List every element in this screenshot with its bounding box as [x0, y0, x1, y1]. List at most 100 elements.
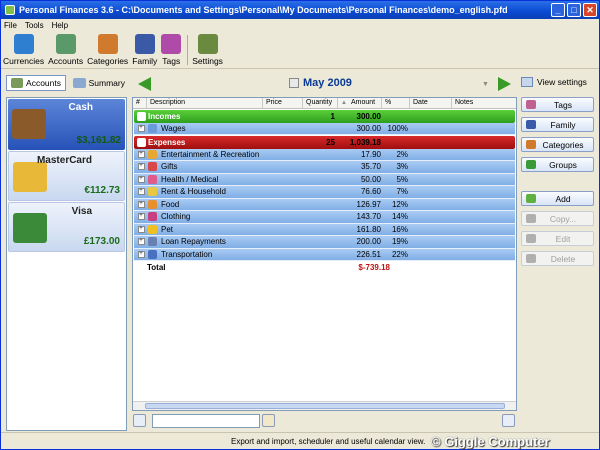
button-gap [521, 177, 594, 191]
expense-category-row[interactable]: + Health / Medical 50.00 5% [134, 173, 515, 186]
scrollbar-thumb[interactable] [145, 403, 505, 409]
view-settings-button[interactable]: View settings [521, 77, 587, 87]
expand-icon[interactable]: + [137, 238, 145, 246]
close-button[interactable]: ✕ [583, 3, 597, 17]
expand-icon[interactable]: + [137, 225, 145, 233]
col-header-amount[interactable]: ▲ Amount [338, 98, 382, 108]
toolbar-label: Settings [192, 56, 223, 66]
family-toolbar-button[interactable]: Family [132, 34, 157, 68]
col-header-notes[interactable]: Notes [452, 98, 516, 108]
copy-icon [526, 214, 536, 223]
grid-body: Incomes 1 300.00 + Wages 300.00 100% Exp… [133, 110, 516, 274]
delete-button[interactable]: Delete [521, 251, 594, 266]
tags-toolbar-button[interactable]: Tags [161, 34, 182, 68]
account-name: MasterCard [36, 155, 92, 166]
menu-tools[interactable]: Tools [25, 21, 44, 30]
row-description: Food [161, 199, 180, 209]
expand-all-icon[interactable] [133, 414, 146, 427]
view-bar: Accounts Summary May 2009 ▼ View setting… [1, 73, 599, 95]
category-icon [148, 224, 157, 234]
watermark: © Giggle Computer [431, 434, 550, 449]
edit-button[interactable]: Edit [521, 231, 594, 246]
categories-button[interactable]: Categories [521, 137, 594, 152]
search-input[interactable] [152, 414, 260, 428]
toolbar-label: Categories [87, 56, 129, 66]
account-card-cash[interactable]: Cash $3,161.82 [8, 99, 125, 150]
summary-tab-icon [73, 78, 86, 88]
col-header-price[interactable]: Price [263, 98, 303, 108]
expand-icon[interactable]: + [137, 175, 145, 183]
settings-toolbar-button[interactable]: Settings [192, 34, 223, 68]
incomes-group-row[interactable]: Incomes 1 300.00 [134, 110, 515, 123]
expand-icon[interactable]: + [137, 200, 145, 208]
expense-category-row[interactable]: + Entertainment & Recreation 17.90 2% [134, 148, 515, 161]
minimize-button[interactable]: _ [551, 3, 565, 17]
tags-icon [161, 34, 182, 54]
expand-icon[interactable]: + [137, 188, 145, 196]
expand-icon[interactable]: + [137, 150, 145, 158]
expand-icon[interactable]: + [137, 250, 145, 258]
next-month-arrow-icon[interactable] [498, 77, 511, 91]
col-header-description[interactable]: Description [147, 98, 263, 108]
row-description: Clothing [161, 212, 191, 222]
total-row[interactable]: Total $-739.18 [133, 261, 516, 274]
groups-button[interactable]: Groups [521, 157, 594, 172]
income-category-row[interactable]: + Wages 300.00 100% [134, 122, 515, 135]
search-icon[interactable] [262, 414, 275, 427]
expense-category-row[interactable]: + Pet 161.80 16% [134, 223, 515, 236]
view-settings-label: View settings [537, 77, 587, 87]
wages-icon [148, 123, 157, 133]
row-amount: 300.00 [356, 111, 381, 121]
expense-category-row[interactable]: + Transportation 226.51 22% [134, 248, 515, 261]
month-selector[interactable]: May 2009 [289, 77, 352, 89]
total-label: Total [147, 262, 166, 272]
expand-icon[interactable]: + [137, 124, 145, 132]
row-description: Health / Medical [161, 174, 219, 184]
row-description: Expenses [148, 137, 186, 147]
copy-button[interactable]: Copy... [521, 211, 594, 226]
row-description: Incomes [148, 111, 181, 121]
tab-summary[interactable]: Summary [69, 75, 129, 91]
expense-category-row[interactable]: + Food 126.97 12% [134, 198, 515, 211]
expenses-group-row[interactable]: Expenses 25 1,039.18 [134, 136, 515, 149]
previous-month-arrow-icon[interactable] [138, 77, 151, 91]
row-percent: 7% [396, 187, 408, 197]
title-bar[interactable]: Personal Finances 3.6 - C:\Documents and… [1, 1, 599, 19]
month-dropdown-chevron-icon[interactable]: ▼ [482, 81, 489, 88]
menu-file[interactable]: File [4, 21, 17, 30]
expand-icon[interactable]: + [137, 213, 145, 221]
account-balance: $3,161.82 [76, 135, 122, 146]
col-header-percent[interactable]: % [382, 98, 410, 108]
expand-icon[interactable]: + [137, 163, 145, 171]
col-header-quantity[interactable]: Quantity [303, 98, 338, 108]
family-button[interactable]: Family [521, 117, 594, 132]
expense-category-row[interactable]: + Loan Repayments 200.00 19% [134, 236, 515, 249]
account-card-mastercard[interactable]: MasterCard €112.73 [8, 151, 125, 201]
tags-button[interactable]: Tags [521, 97, 594, 112]
expense-category-row[interactable]: + Clothing 143.70 14% [134, 211, 515, 224]
currencies-toolbar-button[interactable]: Currencies [3, 34, 44, 68]
col-header-number[interactable]: # [133, 98, 147, 108]
family-icon [134, 34, 155, 54]
expense-category-row[interactable]: + Rent & Household 76.60 7% [134, 186, 515, 199]
accounts-icon [55, 34, 76, 54]
row-percent: 5% [396, 174, 408, 184]
accounts-toolbar-button[interactable]: Accounts [48, 34, 83, 68]
horizontal-scrollbar[interactable] [133, 401, 516, 410]
collapse-all-icon[interactable] [502, 414, 515, 427]
add-button[interactable]: Add [521, 191, 594, 206]
groups-icon [526, 160, 536, 169]
tab-summary-label: Summary [88, 78, 125, 88]
menu-help[interactable]: Help [52, 21, 68, 30]
maximize-button[interactable]: □ [567, 3, 581, 17]
col-header-date[interactable]: Date [410, 98, 452, 108]
window-title: Personal Finances 3.6 - C:\Documents and… [19, 5, 508, 15]
tab-accounts[interactable]: Accounts [6, 75, 66, 91]
category-icon [148, 212, 157, 222]
category-icon [148, 187, 157, 197]
currencies-icon [13, 34, 34, 54]
expense-category-row[interactable]: + Gifts 35.70 3% [134, 161, 515, 174]
row-amount: 200.00 [356, 237, 381, 247]
account-card-visa[interactable]: Visa £173.00 [8, 202, 125, 252]
categories-toolbar-button[interactable]: Categories [87, 34, 128, 68]
